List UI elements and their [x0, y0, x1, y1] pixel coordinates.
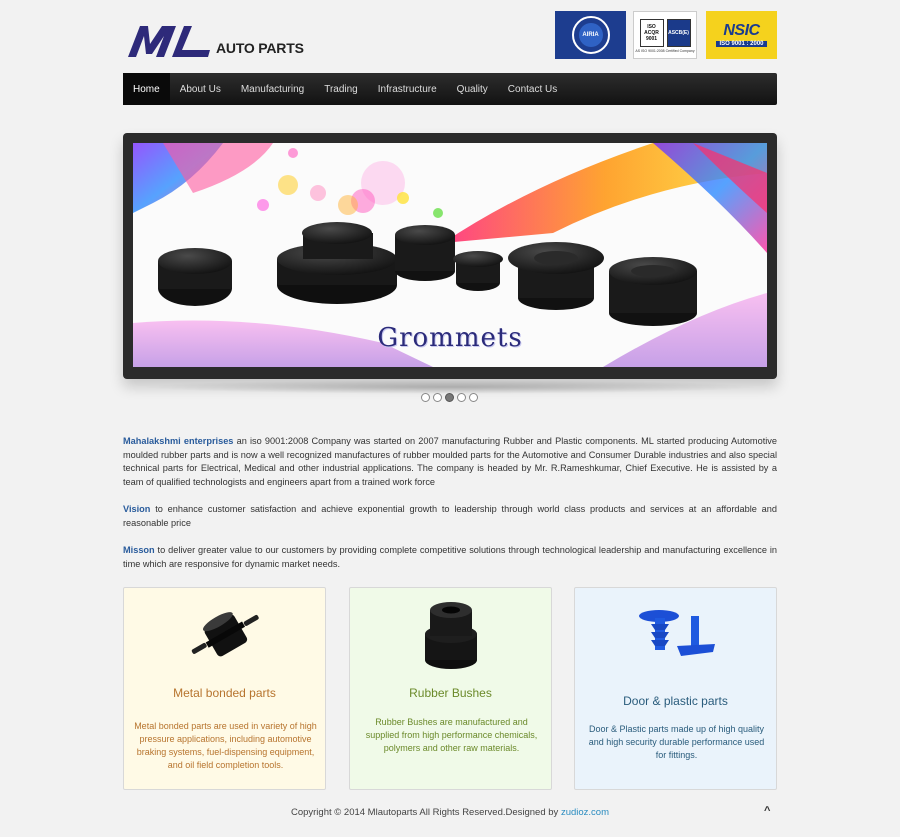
main-navbar: Home About Us Manufacturing Trading Infr… — [123, 73, 777, 105]
rubber-bush-icon — [424, 602, 477, 669]
mission-label: Misson — [123, 545, 155, 555]
nav-about-us[interactable]: About Us — [170, 73, 231, 105]
designer-link[interactable]: zudioz.com — [561, 807, 609, 818]
back-to-top-chevron-up-icon[interactable]: ^ — [764, 805, 776, 819]
nav-quality[interactable]: Quality — [447, 73, 498, 105]
mission-text: to deliver greater value to our customer… — [123, 545, 777, 569]
card-title-metal-bonded: Metal bonded parts — [173, 686, 276, 700]
product-cards: Metal bonded parts Metal bonded parts ar… — [123, 587, 777, 790]
ml-logo-icon — [128, 26, 210, 57]
nsic-label: NSIC — [723, 22, 760, 39]
company-name: Mahalakshmi enterprises — [123, 436, 234, 446]
plastic-clip-icon — [638, 610, 715, 656]
card-text-door-plastic: Door & Plastic parts made up of high qua… — [588, 724, 765, 760]
card-title-door-plastic: Door & plastic parts — [623, 694, 728, 708]
slider-shadow — [140, 380, 760, 394]
nav-manufacturing[interactable]: Manufacturing — [231, 73, 314, 105]
card-metal-bonded-parts[interactable]: Metal bonded parts Metal bonded parts ar… — [123, 587, 326, 790]
mission-paragraph: Misson to deliver greater value to our c… — [123, 544, 777, 571]
site-logo[interactable]: AUTO PARTS — [126, 22, 304, 58]
company-paragraph: Mahalakshmi enterprises an iso 9001:2008… — [123, 435, 777, 489]
vision-text: to enhance customer satisfaction and ach… — [123, 504, 777, 528]
nav-infrastructure[interactable]: Infrastructure — [368, 73, 447, 105]
nav-home[interactable]: Home — [123, 73, 170, 105]
copyright-text: Copyright © 2014 Mlautoparts All Rights … — [290, 807, 561, 818]
slider-dot-4[interactable] — [457, 393, 466, 402]
slide-caption: Grommets — [377, 323, 523, 353]
logo-text: AUTO PARTS — [216, 40, 304, 56]
ascb-box: ASCB(E) — [666, 19, 691, 47]
airia-label: AIRIA — [578, 23, 603, 47]
slider-pagination — [421, 393, 478, 402]
rubber-bush-image — [350, 596, 551, 676]
slider-dot-5[interactable] — [469, 393, 478, 402]
slider-dot-3[interactable] — [445, 393, 454, 402]
vision-label: Vision — [123, 504, 151, 514]
card-title-rubber-bushes: Rubber Bushes — [409, 686, 492, 700]
card-rubber-bushes[interactable]: Rubber Bushes Rubber Bushes are manufact… — [349, 587, 552, 790]
nav-trading[interactable]: Trading — [314, 73, 368, 105]
metal-bonded-mount-icon — [191, 612, 259, 657]
card-text-rubber-bushes: Rubber Bushes are manufactured and suppl… — [365, 717, 538, 753]
airia-badge: AIRIA — [555, 11, 626, 59]
card-door-plastic-parts[interactable]: Door & plastic parts Door & Plastic part… — [574, 587, 777, 790]
metal-bonded-part-image — [124, 596, 325, 676]
nsic-iso-label: ISO 9001 : 2000 — [716, 41, 767, 47]
nsic-badge: NSIC ISO 9001 : 2000 — [706, 11, 777, 59]
vision-paragraph: Vision to enhance customer satisfaction … — [123, 503, 777, 530]
slide-grommets[interactable]: Grommets — [133, 143, 767, 367]
intro-content: Mahalakshmi enterprises an iso 9001:2008… — [123, 435, 777, 585]
iso-acqr-box: ISO ACQR 9001 — [639, 19, 664, 47]
site-header: AUTO PARTS AIRIA ISO ACQR 9001 ASCB(E) A… — [124, 10, 777, 60]
iso-certification-badge: ISO ACQR 9001 ASCB(E) AS ISO 9001:2008 C… — [633, 11, 697, 59]
slider-dot-2[interactable] — [433, 393, 442, 402]
hero-slider[interactable]: Grommets — [123, 133, 777, 379]
iso-caption: AS ISO 9001:2008 Certified Company — [635, 49, 695, 53]
card-text-metal-bonded: Metal bonded parts are used in variety o… — [134, 721, 317, 770]
slider-dot-1[interactable] — [421, 393, 430, 402]
door-plastic-part-image — [575, 596, 776, 676]
airia-seal-icon: AIRIA — [571, 16, 610, 54]
nav-contact-us[interactable]: Contact Us — [498, 73, 567, 105]
